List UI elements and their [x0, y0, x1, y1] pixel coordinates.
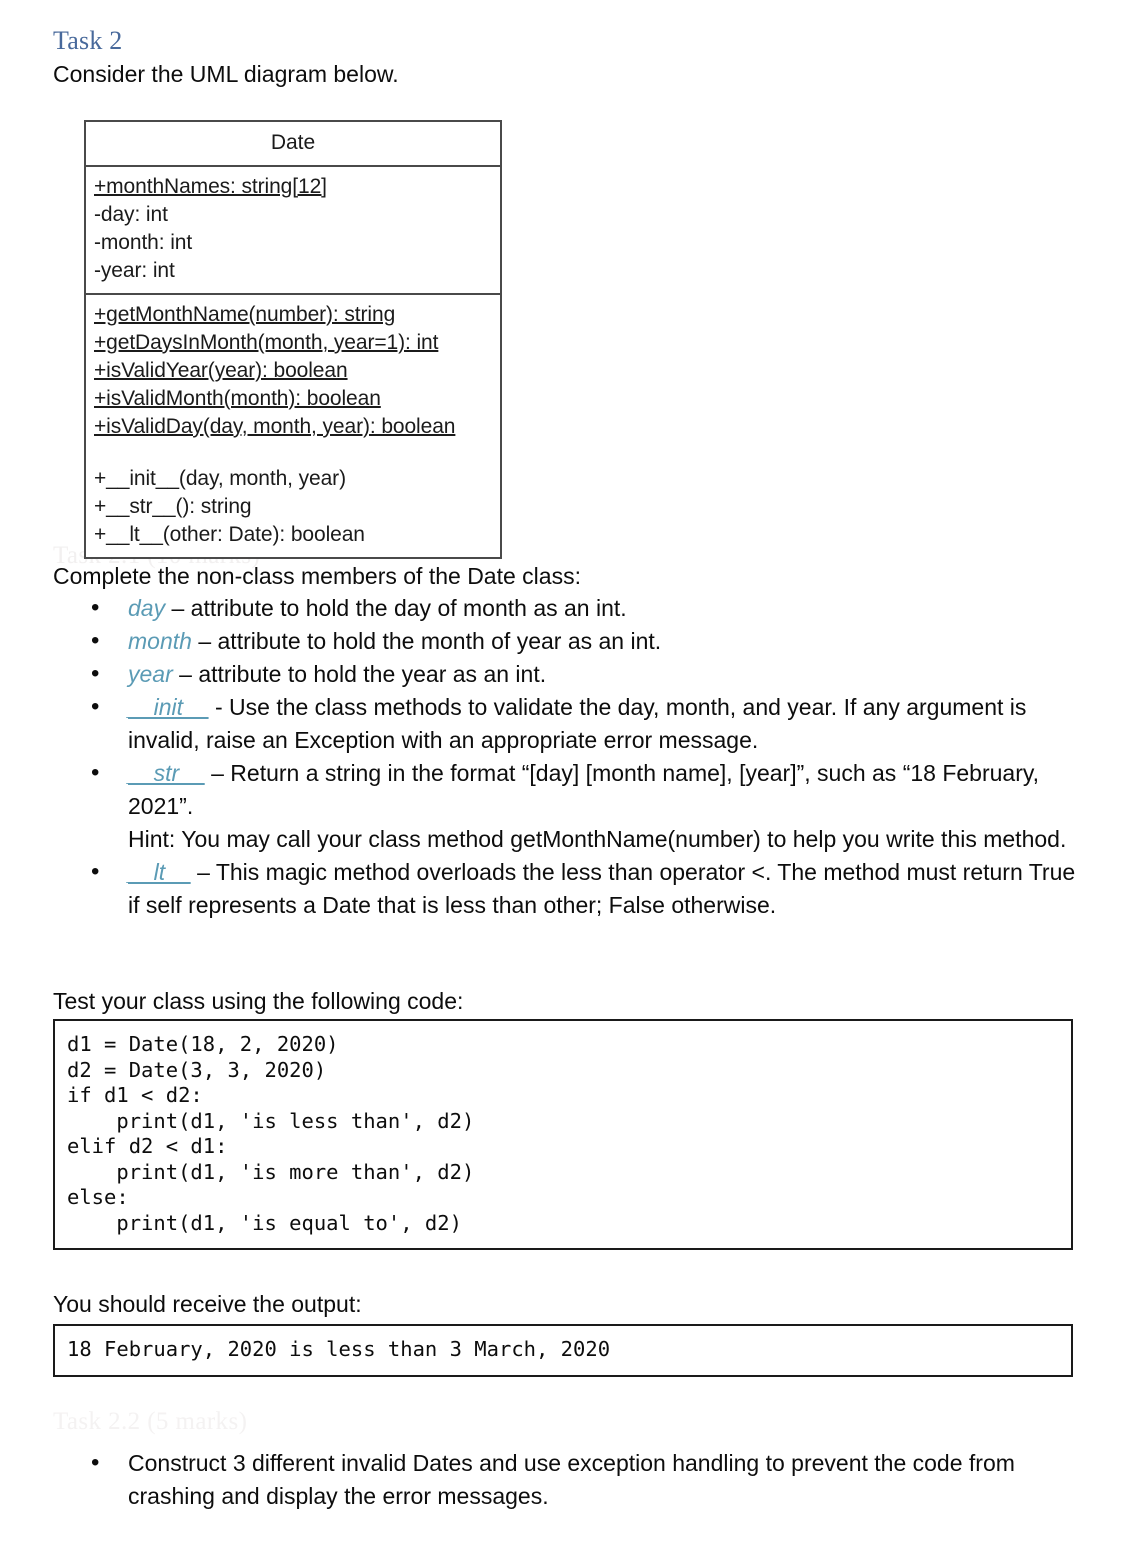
- list-item: __lt__ – This magic method overloads the…: [53, 855, 1088, 922]
- member-description: attribute to hold the month of year as a…: [217, 628, 662, 654]
- member-description: Use the class methods to validate the da…: [128, 694, 1027, 753]
- uml-compartment-spacer: [94, 441, 492, 465]
- member-description: attribute to hold the day of month as an…: [190, 595, 627, 621]
- final-task-list: Construct 3 different invalid Dates and …: [53, 1446, 1088, 1513]
- uml-attribute: +monthNames: string[12]: [94, 175, 327, 198]
- uml-class-name: Date: [86, 122, 500, 167]
- uml-class-method: +getMonthName(number): string: [94, 303, 396, 326]
- expected-output-lead: You should receive the output:: [53, 1291, 362, 1317]
- uml-class-method: +isValidMonth(month): boolean: [94, 387, 381, 410]
- member-term: day: [128, 595, 166, 621]
- member-description: Return a string in the format “[day] [mo…: [128, 760, 1040, 819]
- uml-class-method: +getDaysInMonth(month, year=1): int: [94, 331, 439, 354]
- member-dash-glyph: –: [197, 859, 210, 885]
- document-page: Task 2.1 (10 marks) Task 2 Consider the …: [0, 0, 1125, 1556]
- uml-magic-method: +__str__(): string: [94, 495, 252, 518]
- ghost-heading-lower: Task 2.2 (5 marks): [53, 1408, 248, 1435]
- member-dash-glyph: –: [198, 628, 212, 654]
- member-requirements-list: day – attribute to hold the day of month…: [53, 591, 1088, 922]
- list-item: Construct 3 different invalid Dates and …: [53, 1446, 1088, 1513]
- list-item: __str__ – Return a string in the format …: [53, 756, 1088, 856]
- uml-class-method: +isValidYear(year): boolean: [94, 359, 348, 382]
- uml-attribute: -year: int: [94, 259, 175, 282]
- member-term: __init__: [128, 694, 209, 720]
- member-term: __str__: [128, 760, 205, 786]
- member-term: __lt__: [128, 859, 191, 885]
- member-description: This magic method overloads the less tha…: [128, 859, 1076, 918]
- uml-class-diagram: Date +monthNames: string[12] -day: int -…: [84, 120, 502, 559]
- list-item: year – attribute to hold the year as an …: [53, 657, 1088, 691]
- test-code-block: d1 = Date(18, 2, 2020) d2 = Date(3, 3, 2…: [53, 1019, 1073, 1250]
- intro-text: Consider the UML diagram below.: [53, 61, 399, 87]
- list-item: month – attribute to hold the month of y…: [53, 624, 1088, 658]
- uml-operations-compartment: +getMonthName(number): string +getDaysIn…: [86, 295, 500, 557]
- uml-attribute: -month: int: [94, 231, 193, 254]
- uml-attributes-compartment: +monthNames: string[12] -day: int -month…: [86, 167, 500, 295]
- member-description: attribute to hold the year as an int.: [198, 661, 547, 687]
- member-dash-glyph: -: [214, 694, 223, 720]
- uml-attribute: -day: int: [94, 203, 168, 226]
- uml-class-method: +isValidDay(day, month, year): boolean: [94, 415, 456, 438]
- uml-magic-method: +__lt__(other: Date): boolean: [94, 523, 365, 546]
- member-hint: Hint: You may call your class method get…: [128, 826, 1067, 852]
- uml-magic-method: +__init__(day, month, year): [94, 467, 346, 490]
- list-item: __init__ - Use the class methods to vali…: [53, 690, 1088, 757]
- member-term: month: [128, 628, 192, 654]
- member-dash-glyph: –: [171, 595, 185, 621]
- final-task-description: Construct 3 different invalid Dates and …: [128, 1450, 1015, 1509]
- complete-members-lead: Complete the non-class members of the Da…: [53, 563, 581, 589]
- member-term: year: [128, 661, 173, 687]
- member-dash-glyph: –: [179, 661, 192, 687]
- member-dash-glyph: –: [211, 760, 224, 786]
- page-title: Task 2: [53, 26, 123, 55]
- test-code-lead: Test your class using the following code…: [53, 988, 464, 1014]
- list-item: day – attribute to hold the day of month…: [53, 591, 1088, 625]
- expected-output-block: 18 February, 2020 is less than 3 March, …: [53, 1324, 1073, 1377]
